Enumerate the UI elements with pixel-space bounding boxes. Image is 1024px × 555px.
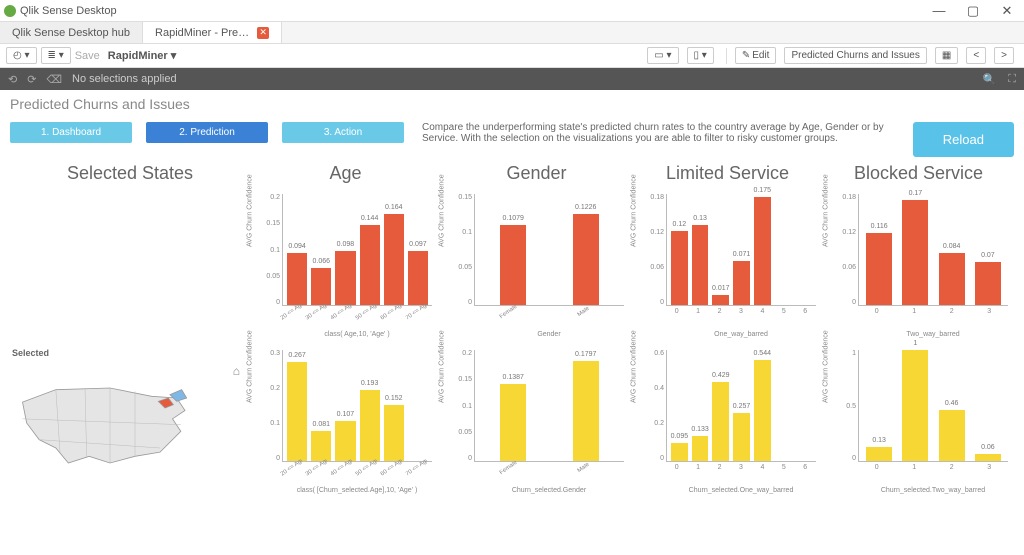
top-chart-row: AVG Churn Confidence0.20.150.10.0500.094…	[0, 186, 1024, 342]
close-icon[interactable]: ✕	[257, 27, 269, 39]
breadcrumb[interactable]: RapidMiner ▾	[108, 49, 176, 62]
map-svg	[10, 368, 210, 478]
bottom-chart-row: Selected ⌂ AVG Churn Confidence0.30.20.1…	[0, 342, 1024, 498]
window-close-button[interactable]: ✕	[990, 3, 1024, 19]
col-blocked: Blocked Service	[823, 163, 1014, 184]
nav-dashboard-button[interactable]: 1. Dashboard	[10, 122, 132, 143]
nav-prediction-button[interactable]: 2. Prediction	[146, 122, 268, 143]
tab-hub[interactable]: Qlik Sense Desktop hub	[0, 22, 143, 43]
next-sheet-button[interactable]: >	[994, 47, 1014, 64]
window-minimize-button[interactable]: —	[922, 3, 956, 19]
sheet-title-button[interactable]: Predicted Churns and Issues	[784, 47, 926, 64]
home-icon[interactable]: ⌂	[233, 364, 240, 378]
edit-button[interactable]: ✎Edit	[735, 47, 777, 64]
clear-selection-icon[interactable]: ⌫	[46, 73, 62, 86]
bookmark-button[interactable]: ▭ ▾	[647, 47, 678, 64]
chart-limited-bot[interactable]: AVG Churn Confidence0.60.40.200.0950.133…	[634, 344, 822, 496]
pencil-icon: ✎	[742, 50, 750, 61]
window-maximize-button[interactable]: ▢	[956, 3, 990, 19]
selected-label: Selected	[10, 344, 246, 362]
action-row: 1. Dashboard 2. Prediction 3. Action Com…	[0, 118, 1024, 157]
nav-menu-button[interactable]: ◴ ▾	[6, 47, 37, 64]
chart-gender-bot[interactable]: AVG Churn Confidence0.20.150.10.0500.138…	[442, 344, 630, 496]
selections-tool-icon[interactable]: ⛶	[1008, 73, 1016, 86]
chart-age-bot[interactable]: AVG Churn Confidence0.30.20.100.2670.081…	[250, 344, 438, 496]
col-limited: Limited Service	[632, 163, 823, 184]
tab-rapidminer[interactable]: RapidMiner - Pre… ✕	[143, 22, 282, 43]
doc-tabs: Qlik Sense Desktop hub RapidMiner - Pre……	[0, 22, 1024, 44]
search-icon[interactable]: 🔍	[983, 73, 997, 86]
page-title: Predicted Churns and Issues	[0, 90, 1024, 118]
chart-limited-top[interactable]: AVG Churn Confidence0.180.120.0600.120.1…	[634, 188, 822, 340]
compare-description: Compare the underperforming state's pred…	[418, 122, 899, 144]
sheets-grid-button[interactable]: ▦	[935, 47, 958, 64]
col-selected-states: Selected States	[10, 163, 250, 184]
window-titlebar: Qlik Sense Desktop — ▢ ✕	[0, 0, 1024, 22]
list-menu-button[interactable]: ≣ ▾	[41, 47, 71, 64]
chart-gender-top[interactable]: AVG Churn Confidence0.150.10.0500.10790.…	[442, 188, 630, 340]
column-headers: Selected States Age Gender Limited Servi…	[0, 157, 1024, 186]
col-age: Age	[250, 163, 441, 184]
states-top-panel	[8, 186, 248, 342]
undo-selection-icon[interactable]: ⟲	[8, 73, 17, 86]
main-toolbar: ◴ ▾ ≣ ▾ Save RapidMiner ▾ ▭ ▾ ▯ ▾ ✎Edit …	[0, 44, 1024, 68]
redo-selection-icon[interactable]: ⟳	[27, 73, 36, 86]
us-map[interactable]: ⌂	[10, 362, 246, 492]
prev-sheet-button[interactable]: <	[966, 47, 986, 64]
states-bottom-panel: Selected ⌂	[8, 342, 248, 498]
col-gender: Gender	[441, 163, 632, 184]
app-logo-icon	[4, 5, 16, 17]
reload-button[interactable]: Reload	[913, 122, 1014, 157]
nav-action-button[interactable]: 3. Action	[282, 122, 404, 143]
chart-blocked-bot[interactable]: AVG Churn Confidence10.500.1310.460.0601…	[826, 344, 1014, 496]
chart-age-top[interactable]: AVG Churn Confidence0.20.150.10.0500.094…	[250, 188, 438, 340]
chart-blocked-top[interactable]: AVG Churn Confidence0.180.120.0600.1160.…	[826, 188, 1014, 340]
window-title: Qlik Sense Desktop	[20, 5, 117, 17]
selections-bar: ⟲ ⟳ ⌫ No selections applied 🔍 ⛶	[0, 68, 1024, 90]
selection-status: No selections applied	[72, 73, 177, 85]
device-button[interactable]: ▯ ▾	[687, 47, 714, 64]
save-button[interactable]: Save	[75, 50, 100, 62]
